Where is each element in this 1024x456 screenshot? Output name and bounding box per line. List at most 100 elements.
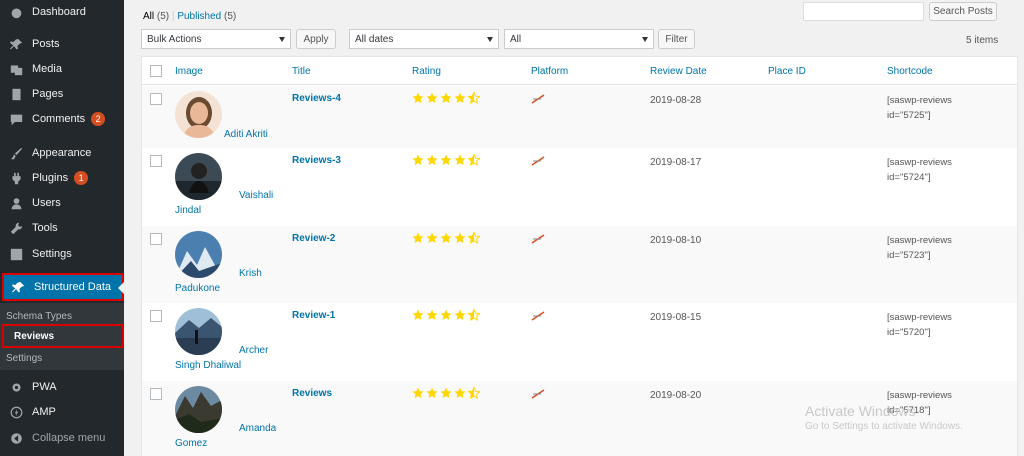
apply-button[interactable]: Apply	[296, 29, 336, 49]
column-header-rating[interactable]: Rating	[412, 66, 441, 77]
rating-stars	[412, 309, 482, 321]
table-row: Krish Padukone Review-2 2019-08-10 [saswp…	[142, 226, 1017, 303]
platform-select[interactable]: All	[504, 29, 654, 49]
sidebar-item-label: Appearance	[32, 147, 92, 159]
reviews-table: Image Title Rating Platform Review Date …	[141, 56, 1018, 456]
reviewer-name[interactable]: Krish Padukone	[175, 266, 285, 296]
star-icon	[454, 92, 466, 103]
filter-separator: |	[171, 11, 175, 22]
sidebar-item-users[interactable]: Users	[0, 191, 124, 215]
search-input[interactable]	[803, 2, 924, 21]
dashboard-icon	[8, 4, 24, 20]
sidebar-item-settings[interactable]: Settings	[0, 242, 124, 266]
column-header-image[interactable]: Image	[175, 66, 203, 77]
rating-stars	[412, 92, 482, 104]
reviewer-name[interactable]: Vaishali Jindal	[175, 188, 285, 218]
platform-value: All	[510, 33, 522, 45]
sidebar-item-media[interactable]: Media	[0, 57, 124, 81]
review-title-link[interactable]: Reviews-3	[292, 155, 341, 166]
sidebar-item-structured-data[interactable]: Structured Data	[2, 273, 124, 301]
review-title-link[interactable]: Reviews	[292, 388, 332, 399]
sidebar-item-comments[interactable]: Comments 2	[0, 107, 124, 131]
column-header-place-id[interactable]: Place ID	[768, 66, 806, 77]
chevron-down-icon	[487, 37, 493, 42]
submenu-item-schema-types[interactable]: Schema Types	[6, 311, 72, 322]
column-header-title[interactable]: Title	[292, 66, 311, 77]
review-title-link[interactable]: Review-1	[292, 310, 335, 321]
pin-icon	[10, 279, 26, 295]
row-checkbox[interactable]	[150, 233, 162, 245]
reviewer-name[interactable]: Amanda Gomez	[175, 421, 285, 451]
star-icon	[454, 309, 466, 320]
column-header-shortcode[interactable]: Shortcode	[887, 66, 933, 77]
amp-icon	[8, 404, 24, 420]
platform-icon	[531, 94, 545, 104]
review-date: 2019-08-17	[650, 157, 702, 168]
collapse-menu-button[interactable]: Collapse menu	[0, 426, 124, 450]
row-checkbox[interactable]	[150, 388, 162, 400]
sidebar-item-appearance[interactable]: Appearance	[0, 141, 124, 165]
chevron-down-icon	[642, 37, 648, 42]
activate-windows-hint: Go to Settings to activate Windows.	[805, 421, 963, 432]
sidebar-item-label: AMP	[32, 406, 56, 418]
filter-all-link[interactable]: All	[143, 11, 154, 22]
filter-button[interactable]: Filter	[658, 29, 695, 49]
sidebar-item-plugins[interactable]: Plugins 1	[0, 166, 124, 190]
sidebar-item-pwa[interactable]: PWA	[0, 375, 124, 399]
row-checkbox[interactable]	[150, 310, 162, 322]
sidebar-item-label: Posts	[32, 38, 60, 50]
reviewer-avatar	[175, 91, 222, 138]
star-icon	[440, 387, 452, 398]
select-all-checkbox[interactable]	[150, 65, 162, 77]
star-icon	[468, 232, 480, 244]
sidebar-item-label: Settings	[32, 248, 72, 260]
admin-sidebar: Dashboard Posts Media Pages Comments 2 A…	[0, 0, 124, 456]
star-icon	[454, 154, 466, 165]
review-title-link[interactable]: Reviews-4	[292, 93, 341, 104]
star-icon	[440, 309, 452, 320]
sidebar-item-label: Dashboard	[32, 6, 86, 18]
sidebar-item-pages[interactable]: Pages	[0, 82, 124, 106]
sidebar-item-dashboard[interactable]: Dashboard	[0, 0, 124, 24]
sidebar-item-amp[interactable]: AMP	[0, 400, 124, 424]
sidebar-item-tools[interactable]: Tools	[0, 216, 124, 240]
filter-published-link[interactable]: Published	[177, 11, 221, 22]
submenu-item-reviews[interactable]: Reviews	[2, 324, 124, 348]
dates-select[interactable]: All dates	[349, 29, 499, 49]
search-posts-button[interactable]: Search Posts	[929, 2, 997, 21]
review-shortcode: [saswp-reviews id="5723"]	[887, 235, 952, 261]
review-date: 2019-08-10	[650, 235, 702, 246]
sidebar-item-posts[interactable]: Posts	[0, 32, 124, 56]
sidebar-item-label: Structured Data	[34, 281, 112, 293]
star-icon	[454, 232, 466, 243]
sidebar-item-label: PWA	[32, 381, 57, 393]
star-icon	[468, 92, 480, 104]
bulk-actions-select[interactable]: Bulk Actions	[141, 29, 291, 49]
review-shortcode: [saswp-reviews id="5724"]	[887, 157, 952, 183]
star-icon	[426, 154, 438, 165]
comments-count-badge: 2	[91, 112, 106, 126]
media-icon	[8, 61, 24, 77]
star-icon	[440, 92, 452, 103]
star-icon	[426, 387, 438, 398]
chevron-down-icon	[279, 37, 285, 42]
plugin-icon	[8, 170, 24, 186]
review-title-link[interactable]: Review-2	[292, 233, 335, 244]
table-row: Archer Singh Dhaliwal Review-1 2019-08-15…	[142, 303, 1017, 381]
star-icon	[412, 92, 424, 103]
star-icon	[468, 387, 480, 399]
star-icon	[426, 92, 438, 103]
review-date: 2019-08-15	[650, 312, 702, 323]
sidebar-item-label: Users	[32, 197, 61, 209]
row-checkbox[interactable]	[150, 155, 162, 167]
column-header-platform[interactable]: Platform	[531, 66, 568, 77]
row-checkbox[interactable]	[150, 93, 162, 105]
submenu-item-settings[interactable]: Settings	[6, 353, 42, 364]
reviewer-name[interactable]: Archer Singh Dhaliwal	[175, 343, 285, 373]
star-icon	[412, 309, 424, 320]
star-icon	[426, 309, 438, 320]
column-header-review-date[interactable]: Review Date	[650, 66, 707, 77]
reviewer-name[interactable]: Aditi Akriti	[224, 127, 268, 142]
platform-icon	[531, 156, 545, 166]
collapse-icon	[8, 430, 24, 446]
